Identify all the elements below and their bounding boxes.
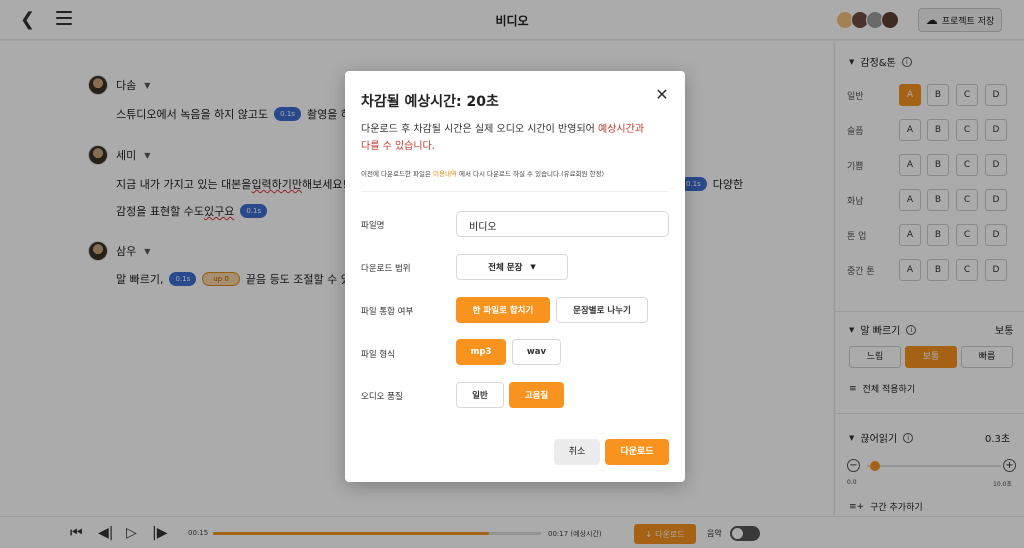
format-label: 파일 형식 <box>361 350 395 360</box>
modal-note: 이전에 다운로드한 파일은 이용내역 에서 다시 다운로드 하실 수 있습니다.… <box>361 168 604 178</box>
merge-option[interactable]: 한 파일로 합치기 <box>456 297 550 323</box>
usage-history-link[interactable]: 이용내역 <box>433 170 457 178</box>
cancel-button[interactable]: 취소 <box>554 439 600 465</box>
desc-highlight: 다를 수 있습니다. <box>361 141 435 152</box>
modal-title: 차감될 예상시간: 20초 <box>361 94 499 110</box>
close-icon[interactable]: ✕ <box>653 86 671 104</box>
filename-label: 파일명 <box>361 221 385 231</box>
filename-input[interactable]: 비디오 <box>456 211 669 237</box>
format-option[interactable]: wav <box>512 339 561 365</box>
merge-option[interactable]: 문장별로 나누기 <box>556 297 648 323</box>
range-select[interactable]: 전체 문장 ▼ <box>456 254 568 280</box>
quality-option[interactable]: 고음질 <box>509 382 564 408</box>
range-value: 전체 문장 <box>488 263 523 273</box>
merge-label: 파일 통합 여부 <box>361 307 414 317</box>
quality-label: 오디오 품질 <box>361 392 403 402</box>
note-text: 이전에 다운로드한 파일은 <box>361 170 433 178</box>
divider <box>361 191 669 192</box>
range-label: 다운로드 범위 <box>361 264 411 274</box>
format-option[interactable]: mp3 <box>456 339 506 365</box>
desc-highlight: 예상시간과 <box>598 124 645 135</box>
caret-down-icon: ▼ <box>530 263 536 271</box>
quality-option[interactable]: 일반 <box>456 382 504 408</box>
modal-description: 다운로드 후 차감될 시간은 실제 오디오 시간이 반영되어 예상시간과다를 수… <box>361 121 666 155</box>
download-modal: 차감될 예상시간: 20초 ✕ 다운로드 후 차감될 시간은 실제 오디오 시간… <box>345 71 685 482</box>
desc-text: 다운로드 후 차감될 시간은 실제 오디오 시간이 반영되어 <box>361 124 599 135</box>
note-text: 에서 다시 다운로드 하실 수 있습니다.(유료회원 한정) <box>456 170 605 178</box>
download-confirm-button[interactable]: 다운로드 <box>605 439 669 465</box>
